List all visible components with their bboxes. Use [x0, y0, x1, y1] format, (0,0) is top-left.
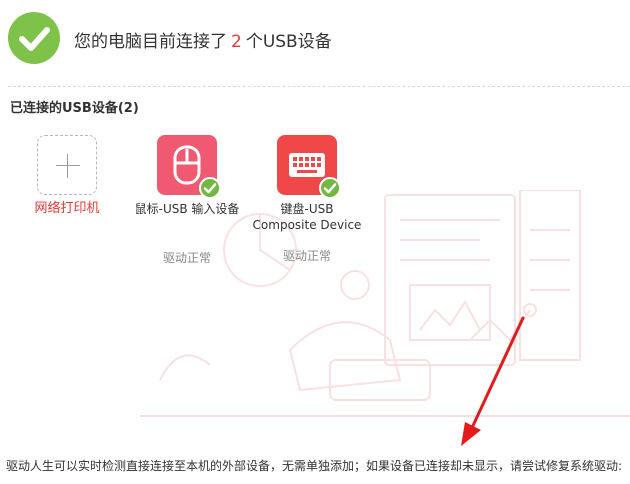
device-label-line1: 键盘-USB — [280, 202, 334, 216]
title-prefix: 您的电脑目前连接了 — [74, 32, 227, 52]
device-count: 2 — [231, 32, 242, 52]
connected-check-icon — [319, 177, 341, 199]
red-arrow-annotation — [461, 316, 525, 446]
plus-icon — [56, 165, 80, 166]
keyboard-device-tile[interactable] — [277, 135, 341, 199]
mouse-device-tile[interactable] — [157, 135, 221, 199]
device-keyboard[interactable]: 键盘-USB Composite Device 驱动正常 — [247, 135, 367, 264]
add-device-tile[interactable] — [37, 135, 97, 195]
footer-hint: 驱动人生可以实时检测直接连接至本机的外部设备，无需单独添加；如果设备已连接却未显… — [6, 459, 623, 473]
device-label[interactable]: 网络打印机 — [7, 201, 127, 217]
device-label: 键盘-USB Composite Device — [247, 201, 367, 233]
device-network-printer[interactable]: 网络打印机 — [7, 135, 127, 217]
device-mouse[interactable]: 鼠标-USB 输入设备 驱动正常 — [127, 135, 247, 266]
connected-check-icon — [199, 177, 221, 199]
driver-status: 驱动正常 — [282, 249, 331, 263]
section-title: 已连接的USB设备(2) — [10, 101, 139, 116]
check-icon — [8, 12, 60, 64]
device-label-line2: Composite Device — [252, 218, 362, 232]
driver-status: 驱动正常 — [162, 251, 211, 265]
divider — [8, 86, 630, 87]
title-suffix: 个USB设备 — [245, 32, 332, 52]
page-title: 您的电脑目前连接了 2 个USB设备 — [74, 27, 332, 52]
device-label: 鼠标-USB 输入设备 — [134, 202, 240, 216]
header: 您的电脑目前连接了 2 个USB设备 — [0, 0, 630, 80]
